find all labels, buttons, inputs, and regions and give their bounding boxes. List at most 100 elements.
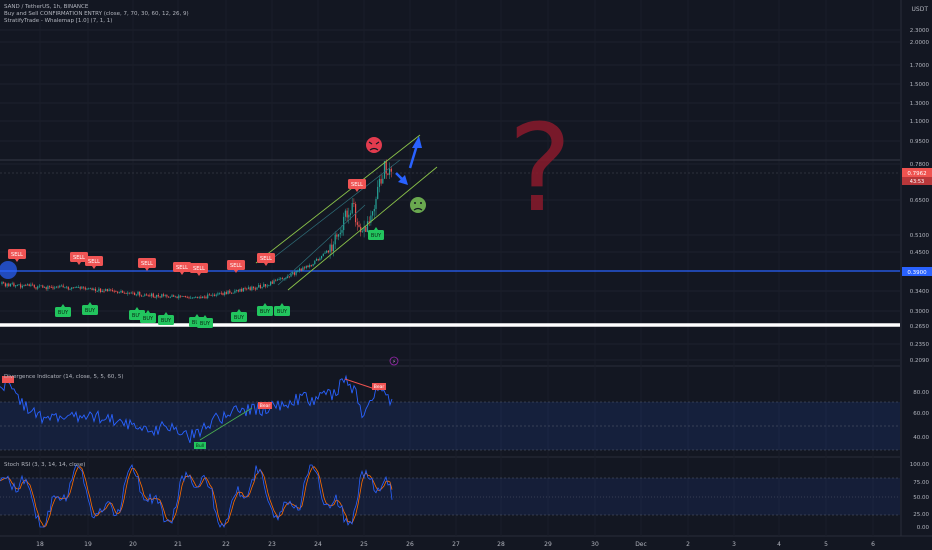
- sell-signal-pointer: [92, 266, 96, 269]
- candle-body: [69, 289, 71, 290]
- candle-body: [50, 287, 52, 288]
- candle-body: [101, 290, 103, 292]
- candle-body: [343, 216, 345, 231]
- alert-icon-glyph: ⚡: [392, 359, 396, 365]
- sell-signal-pointer: [77, 262, 81, 265]
- candle-body: [259, 285, 261, 288]
- sell-signal: SELL: [190, 263, 208, 276]
- candle-body: [203, 296, 205, 298]
- candle-body: [302, 267, 304, 271]
- candle-body: [349, 213, 352, 215]
- candle-body: [242, 287, 244, 292]
- candle-body: [213, 294, 216, 296]
- candle-body: [382, 178, 384, 184]
- candle-body: [130, 292, 132, 294]
- candle-body: [132, 292, 134, 294]
- candle-body: [224, 292, 226, 295]
- candle-body: [230, 292, 233, 294]
- candle-body: [317, 258, 319, 261]
- candle-body: [157, 294, 159, 297]
- price-tick-label: 1.1000: [910, 119, 930, 125]
- candle-body: [256, 287, 258, 290]
- candle-body: [89, 288, 91, 290]
- price-tick-label: 0.2350: [910, 342, 930, 348]
- sell-signal-pointer: [197, 273, 201, 276]
- candle-body: [246, 288, 248, 290]
- candle-body: [32, 284, 34, 286]
- level-price-value: 0.3900: [907, 270, 927, 276]
- stoch-tick-label: 75.00: [913, 480, 929, 486]
- buy-signal: BUY: [158, 312, 174, 325]
- divergence-legend[interactable]: Divergence Indicator (14, close, 5, 5, 6…: [4, 374, 124, 381]
- candle-body: [181, 296, 183, 297]
- bear-signal: Bear: [258, 402, 272, 409]
- candle-body: [81, 286, 83, 289]
- candle-body: [276, 279, 278, 281]
- candle-body: [108, 289, 110, 291]
- candle-body: [86, 288, 88, 290]
- sell-signal: SELL: [8, 249, 26, 262]
- candle-body: [79, 287, 81, 289]
- stoch-rsi-legend[interactable]: Stoch RSI (3, 3, 14, 14, close): [4, 462, 85, 469]
- channel-upper-line: [255, 134, 421, 264]
- buy-signal-pointer: [61, 304, 65, 307]
- trading-chart[interactable]: 2.3000 2.0000 1.7000 1.5000 1.3000 1.1000 0.95…: [0, 0, 932, 550]
- price-tick-label: 0.4500: [910, 250, 930, 256]
- candle-body: [383, 161, 386, 179]
- candle-body: [62, 285, 64, 288]
- candle-body: [275, 280, 277, 282]
- candle-body: [372, 211, 374, 216]
- candle-body: [321, 255, 323, 259]
- candle-body: [42, 285, 44, 288]
- time-tick-label: 2: [686, 541, 690, 548]
- candle-body: [28, 284, 30, 287]
- candle-body: [15, 285, 17, 287]
- buy-signal: BUY: [274, 303, 290, 316]
- sell-signal-label: SELL: [11, 252, 23, 258]
- time-tick-label: 20: [129, 541, 137, 548]
- rsi-tick-label: 80.00: [913, 390, 929, 396]
- candle-body: [307, 265, 309, 268]
- candle-body: [202, 296, 204, 299]
- candle-body: [134, 292, 136, 296]
- candle-body: [251, 286, 253, 291]
- candle-body: [74, 287, 76, 289]
- candle-body: [239, 288, 241, 292]
- candle-body: [205, 296, 207, 299]
- candle-body: [71, 287, 73, 290]
- angry-face-icon: [366, 137, 382, 153]
- buy-signal-pointer: [203, 315, 207, 318]
- angry-face-icon: [366, 137, 382, 153]
- time-tick-label: 21: [174, 541, 182, 548]
- buy-signal-label: BUY: [277, 309, 288, 315]
- candle-body: [195, 297, 197, 298]
- buy-signal-pointer: [263, 303, 267, 306]
- candle-body: [20, 284, 22, 288]
- buy-signal: BUY: [82, 302, 98, 315]
- candle-body: [4, 283, 6, 287]
- time-tick-label: 27: [452, 541, 460, 548]
- candle-body: [57, 286, 59, 288]
- buy-signal-pointer: [164, 312, 168, 315]
- indicator-legend-1[interactable]: Buy and Sell CONFIRMATION ENTRY (close, …: [4, 11, 189, 18]
- candle-body: [261, 286, 263, 288]
- buy-signal-label: BUY: [143, 316, 154, 322]
- candle-body: [225, 292, 227, 294]
- indicator-legend-2[interactable]: StratifyTrade - Whalemap [1.0] (7, 1, 1): [4, 18, 112, 25]
- candle-body: [33, 284, 35, 288]
- time-tick-label: 22: [222, 541, 230, 548]
- buy-signal-label: BUY: [260, 309, 271, 315]
- candle-body: [329, 244, 331, 253]
- candle-body: [185, 296, 187, 298]
- candle-body: [322, 253, 324, 256]
- candle-body: [154, 297, 156, 299]
- candle-body: [244, 287, 246, 289]
- candle-body: [174, 296, 176, 298]
- candle-body: [232, 292, 234, 294]
- sell-signal-label: SELL: [73, 255, 85, 261]
- sell-signal-label: SELL: [176, 265, 188, 271]
- candle-body: [128, 292, 131, 294]
- symbol-title[interactable]: SAND / TetherUS, 1h, BINANCE: [4, 4, 88, 11]
- candle-body: [21, 285, 23, 288]
- candle-body: [254, 288, 256, 290]
